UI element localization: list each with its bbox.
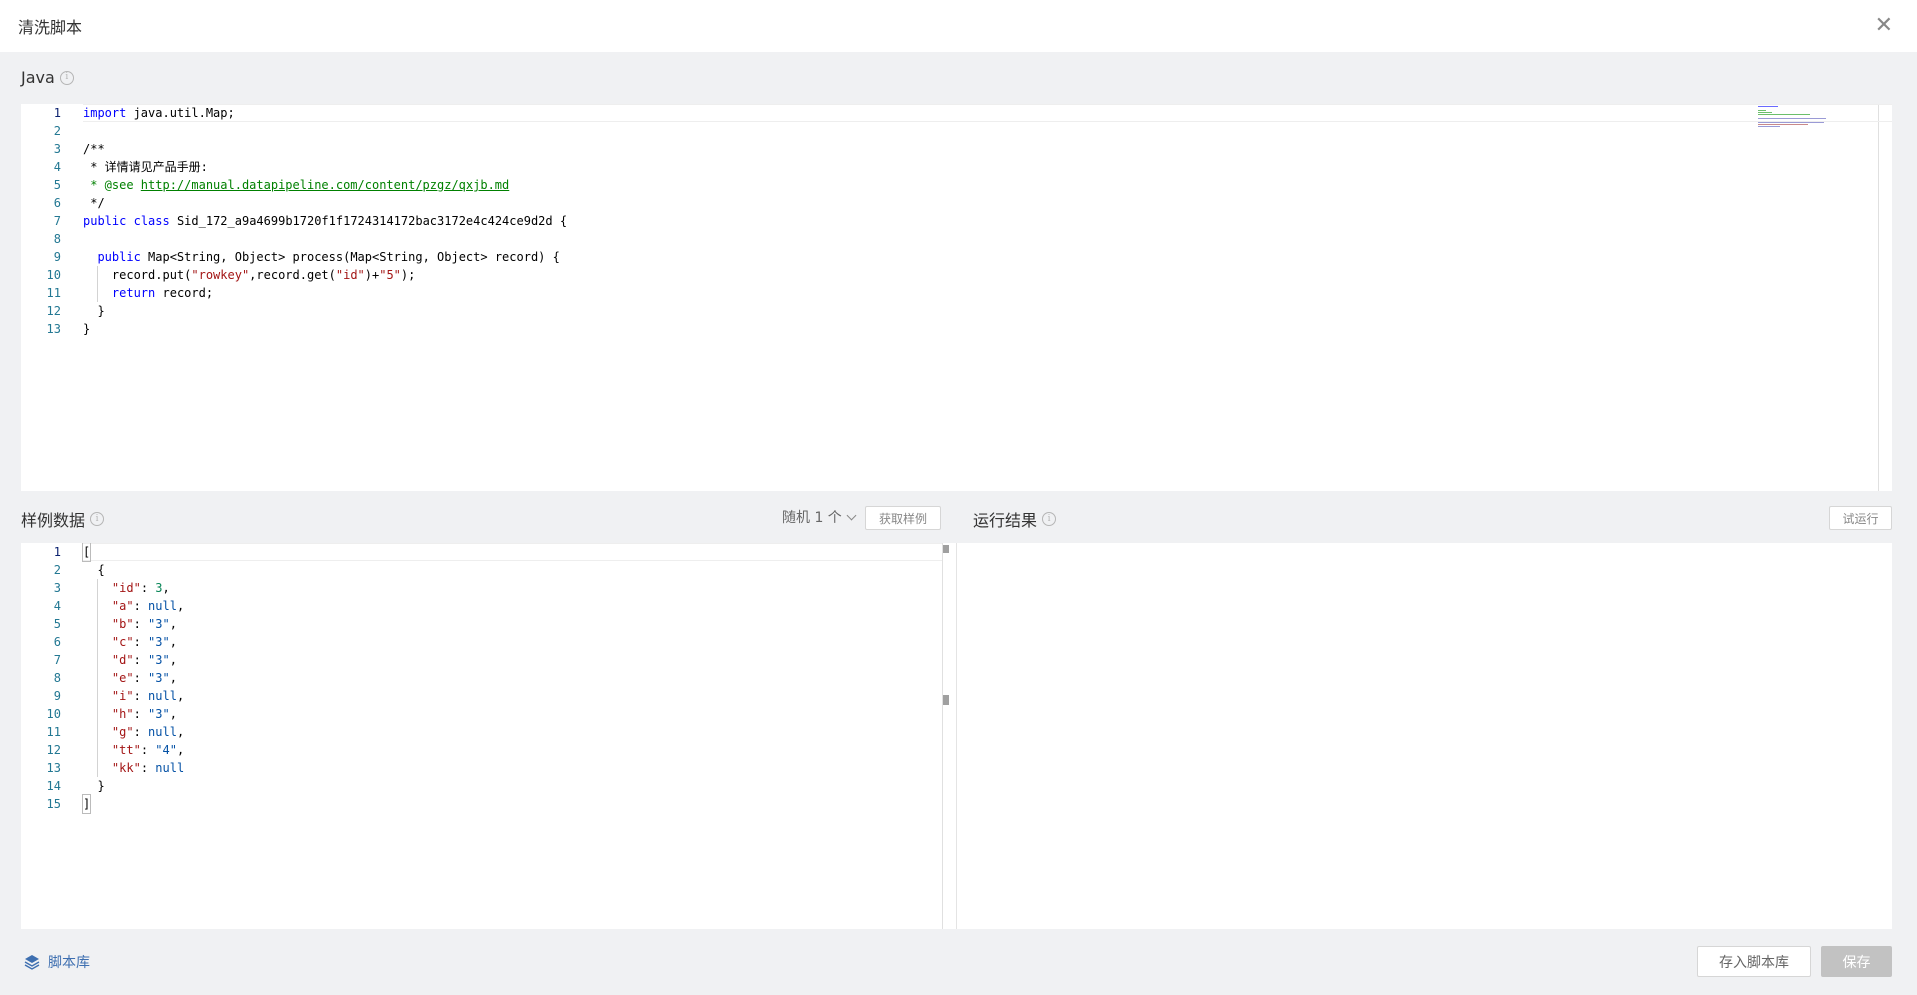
code-line: 3/**: [53, 142, 105, 156]
code-line: 12 }: [46, 304, 105, 318]
code-line: 14 }: [46, 779, 105, 793]
run-result-label: 运行结果 i: [973, 507, 1057, 531]
trial-run-button[interactable]: 试运行: [1829, 506, 1892, 530]
save-button[interactable]: 保存: [1821, 946, 1892, 977]
java-label-text: Java: [21, 68, 55, 87]
manual-link[interactable]: http://manual.datapipeline.com/content/p…: [141, 178, 509, 192]
save-to-library-button[interactable]: 存入脚本库: [1697, 946, 1811, 977]
code-line: 10 "h": "3",: [46, 705, 177, 723]
code-line: 3 "id": 3,: [53, 579, 170, 597]
code-line: 7 public class Sid_172_a9a4699b1720f1f172…: [53, 214, 568, 228]
code-line: 11 return record;: [46, 284, 214, 302]
java-section-label: Java i: [21, 68, 74, 87]
code-line: 7 "d": "3",: [53, 651, 177, 669]
code-line: 2: [53, 124, 61, 138]
code-line: 8 "e": "3",: [53, 669, 177, 687]
code-line: 5 * @see http://manual.datapipeline.com/…: [53, 178, 510, 192]
java-code-editor[interactable]: 1 import java.util.Map; 2 3/** 4 * 详情请见产品…: [21, 104, 1892, 491]
close-icon[interactable]: ✕: [1875, 15, 1899, 37]
code-line: 4 * 详情请见产品手册:: [53, 160, 208, 174]
dialog-title: 清洗脚本: [18, 18, 83, 37]
random-select-value: 随机 1 个: [782, 510, 842, 526]
code-line: 13}: [46, 322, 91, 336]
result-label-text: 运行结果: [973, 511, 1038, 530]
code-line: 13 "kk": null: [46, 759, 185, 777]
script-library-link[interactable]: 脚本库: [24, 952, 90, 972]
info-icon[interactable]: i: [90, 512, 105, 526]
script-library-text: 脚本库: [48, 955, 90, 971]
code-line: 6 */: [53, 196, 105, 210]
chevron-down-icon: [846, 510, 857, 520]
code-line: 8: [53, 232, 61, 246]
random-count-select[interactable]: 随机 1 个: [782, 507, 857, 527]
info-icon[interactable]: i: [1042, 512, 1057, 526]
sample-label-text: 样例数据: [21, 511, 86, 530]
info-icon[interactable]: i: [59, 70, 74, 85]
code-line: 2 {: [53, 563, 105, 577]
run-result-pane: [957, 543, 1892, 929]
code-line: 12 "tt": "4",: [46, 741, 185, 759]
code-line: 1[: [21, 543, 956, 562]
code-line: 4 "a": null,: [53, 597, 185, 615]
code-line: 9 public Map<String, Object> process(Map…: [53, 250, 560, 264]
code-line: 6 "c": "3",: [53, 633, 177, 651]
code-line: 1 import java.util.Map;: [21, 104, 1892, 122]
code-line: 15]: [46, 794, 92, 814]
code-line: 9 "i": null,: [53, 687, 185, 705]
code-line: 11 "g": null,: [46, 723, 185, 741]
code-line: 10 record.put("rowkey",record.get("id")+…: [46, 266, 416, 284]
code-line: 5 "b": "3",: [53, 615, 177, 633]
sample-data-editor[interactable]: 1[ 2 { 3 "id": 3, 4 "a": null, 5 "b": "3",…: [21, 543, 956, 929]
fetch-sample-button[interactable]: 获取样例: [865, 506, 941, 530]
dialog-header: 清洗脚本 ✕: [0, 0, 1917, 52]
layers-icon: [24, 955, 40, 970]
sample-data-label: 样例数据 i: [21, 507, 105, 531]
